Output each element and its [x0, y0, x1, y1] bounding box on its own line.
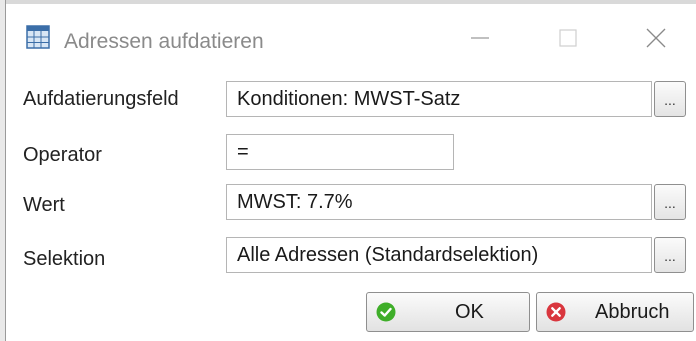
close-icon: [646, 28, 666, 48]
wert-label: Wert: [23, 194, 65, 216]
cancel-button[interactable]: Abbruch: [536, 292, 694, 332]
maximize-icon: [559, 29, 577, 47]
window-title: Adressen aufdatieren: [64, 30, 264, 53]
cancel-button-label: Abbruch: [595, 301, 670, 323]
app-table-icon: [26, 25, 50, 49]
wert-browse-button[interactable]: ...: [654, 184, 686, 220]
selektion-browse-button[interactable]: ...: [654, 237, 686, 273]
operator-label: Operator: [23, 144, 102, 166]
operator-field[interactable]: =: [226, 134, 454, 170]
ok-button-label: OK: [455, 301, 484, 323]
minimize-icon: [471, 37, 489, 39]
selektion-label: Selektion: [23, 248, 106, 270]
maximize-button[interactable]: [546, 16, 590, 60]
wert-field[interactable]: MWST: 7.7%: [226, 184, 652, 220]
title-bar[interactable]: Adressen aufdatieren: [6, 4, 696, 70]
aufdatierungsfeld-label: Aufdatierungsfeld: [23, 88, 179, 110]
aufdatierungsfeld-field[interactable]: Konditionen: MWST-Satz: [226, 81, 652, 117]
close-button[interactable]: [634, 16, 678, 60]
selektion-field[interactable]: Alle Adressen (Standardselektion): [226, 237, 652, 273]
x-circle-icon: [546, 302, 566, 322]
ok-button[interactable]: OK: [366, 292, 530, 332]
check-circle-icon: [376, 302, 396, 322]
dialog-window: Adressen aufdatieren Aufdatierungsfeld K…: [6, 4, 696, 341]
aufdatierungsfeld-browse-button[interactable]: ...: [654, 81, 686, 117]
minimize-button[interactable]: [458, 16, 502, 60]
